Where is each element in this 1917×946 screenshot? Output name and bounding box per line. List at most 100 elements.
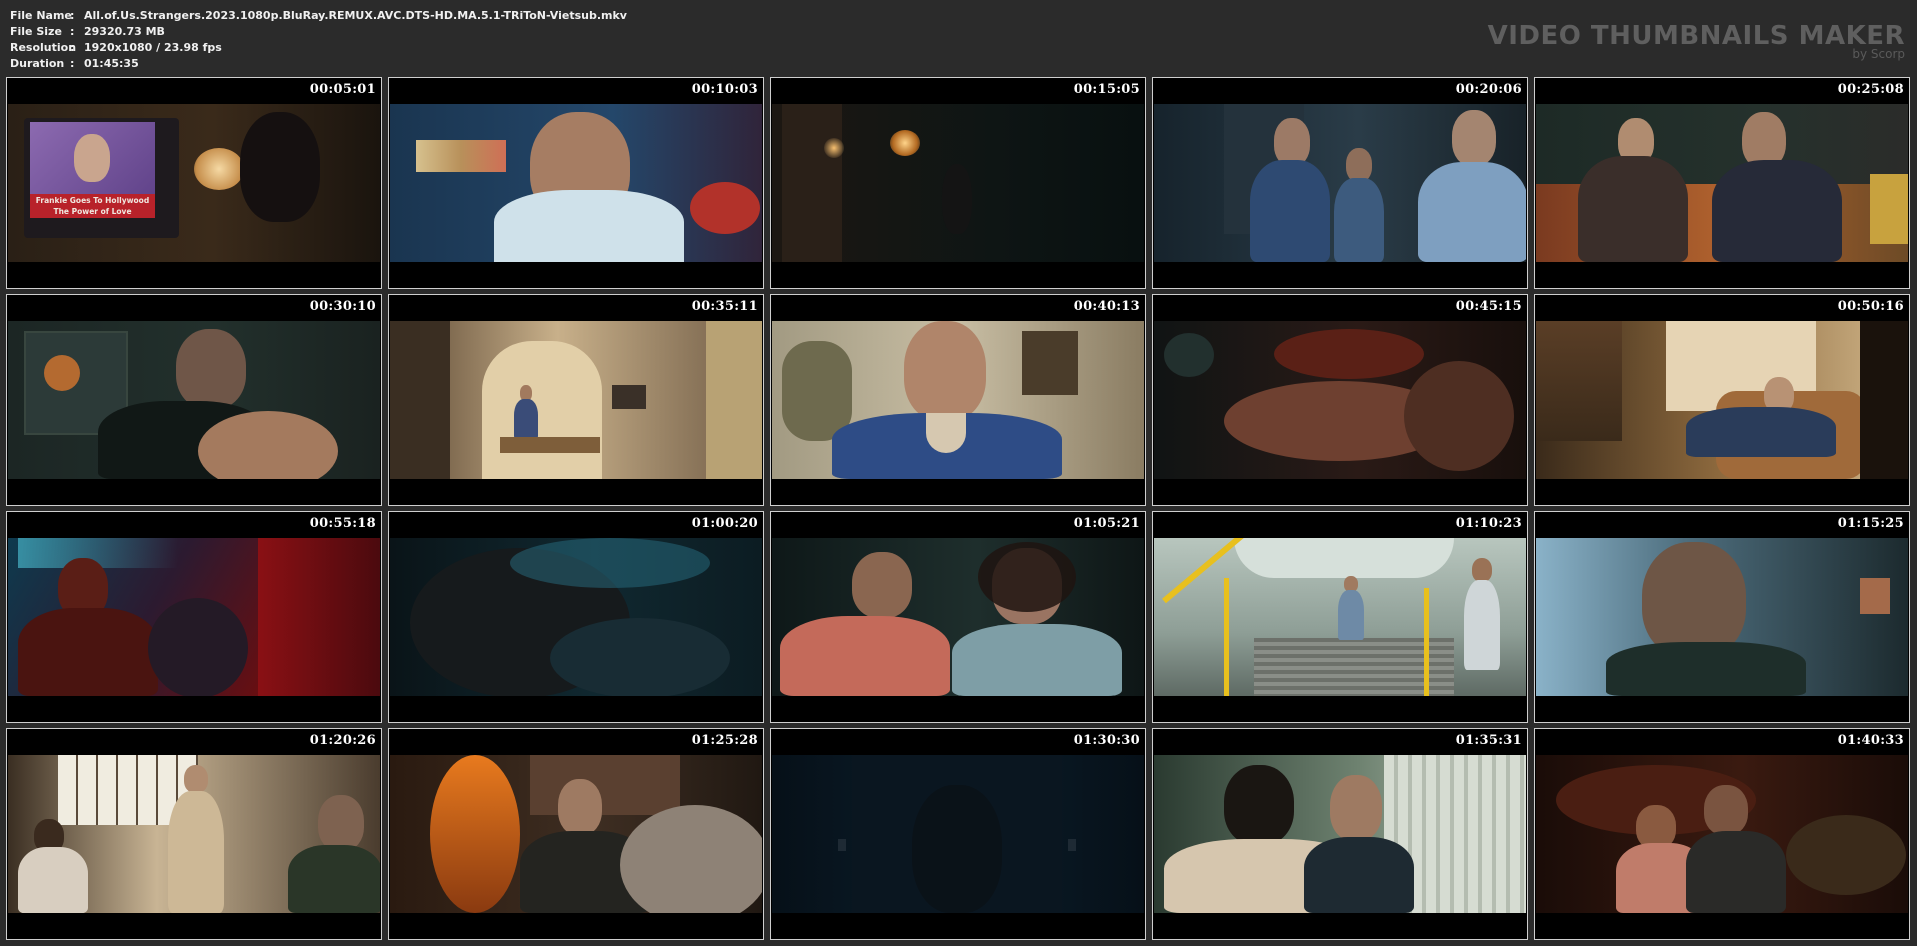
timestamp: 00:35:11 [691, 299, 758, 314]
thumbnail[interactable]: 01:15:25 [1534, 511, 1910, 723]
man-right-head [1452, 110, 1496, 166]
sweater-figure [620, 805, 762, 913]
door-frame [782, 104, 842, 262]
door-handle-left [838, 839, 846, 851]
curtain-right [706, 321, 762, 479]
man-head [904, 321, 986, 421]
thumbnail[interactable]: 01:30:30 [770, 728, 1146, 940]
thumbnail[interactable]: 01:10:23 [1152, 511, 1528, 723]
books [416, 140, 506, 172]
person-body [514, 399, 538, 439]
file-size-row: File Size : 29320.73 MB [10, 24, 627, 40]
thumbnail[interactable]: 00:30:10 [6, 294, 382, 506]
thumbnail[interactable]: 00:15:05 [770, 77, 1146, 289]
separator: : [70, 25, 75, 38]
timestamp: 00:25:08 [1837, 82, 1904, 97]
video-frame: Frankie Goes To Hollywood The Power of L… [8, 104, 380, 262]
timestamp: 00:30:10 [309, 299, 376, 314]
man-left-body [1578, 156, 1688, 262]
man-standing-head [184, 765, 208, 793]
video-frame [1154, 538, 1526, 696]
thumbnail[interactable]: 01:35:31 [1152, 728, 1528, 940]
woman-top [952, 624, 1122, 696]
separator: : [70, 41, 75, 54]
resolution-value: 1920x1080 / 23.98 fps [84, 41, 222, 54]
doorway [482, 341, 602, 479]
video-frame [390, 755, 762, 913]
thumbnail[interactable]: 01:40:33 [1534, 728, 1910, 940]
resolution-row: Resolution : 1920x1080 / 23.98 fps [10, 40, 627, 56]
man-head [176, 329, 246, 409]
duration-row: Duration : 01:45:35 [10, 56, 627, 72]
man-body [494, 190, 684, 262]
person-arm [1404, 361, 1514, 471]
wall-light [890, 130, 920, 156]
second-person [148, 598, 248, 696]
thumbnail[interactable]: 00:55:18 [6, 511, 382, 723]
timestamp: 01:35:31 [1455, 733, 1522, 748]
man-front-body [1304, 837, 1414, 913]
thumbnail[interactable]: 00:20:06 [1152, 77, 1528, 289]
thumbnail[interactable]: 00:40:13 [770, 294, 1146, 506]
timestamp: 00:45:15 [1455, 299, 1522, 314]
man-body [1606, 642, 1806, 696]
man-right-body [1464, 580, 1500, 670]
file-info-panel: File Name : All.of.Us.Strangers.2023.108… [10, 8, 627, 72]
man-right-head [1472, 558, 1492, 582]
person-silhouette [942, 164, 972, 234]
duration-value: 01:45:35 [84, 57, 139, 70]
man-head [1642, 542, 1746, 658]
woman-hair [430, 755, 520, 913]
person-silhouette [240, 112, 320, 222]
thumbnail[interactable]: 00:35:11 [388, 294, 764, 506]
man-body [1686, 407, 1836, 457]
timestamp: 00:50:16 [1837, 299, 1904, 314]
wall-picture [612, 385, 646, 409]
man-seated-body [288, 845, 380, 913]
thumbnail[interactable]: 00:25:08 [1534, 77, 1910, 289]
man-mid-body [1334, 178, 1384, 262]
lamp-shade [1164, 333, 1214, 377]
video-frame [390, 538, 762, 696]
video-frame [772, 104, 1144, 262]
video-frame [772, 321, 1144, 479]
yellow-railing-right [1424, 588, 1429, 696]
pillow [1786, 815, 1906, 895]
man-left-body [1250, 160, 1330, 262]
tv-caption-line-1: Frankie Goes To Hollywood [35, 196, 150, 205]
video-frame [1536, 755, 1908, 913]
timestamp: 01:25:28 [691, 733, 758, 748]
timestamp: 00:10:03 [691, 82, 758, 97]
timestamp: 01:40:33 [1837, 733, 1904, 748]
video-frame [390, 321, 762, 479]
lamp [194, 148, 244, 190]
video-frame [8, 755, 380, 913]
man-shirt [780, 616, 950, 696]
bookshelf [1536, 321, 1622, 441]
thumbnail[interactable]: 01:00:20 [388, 511, 764, 723]
tv-caption-line-2: The Power of Love [53, 207, 132, 216]
thumbnail[interactable]: 00:50:16 [1534, 294, 1910, 506]
video-frame [772, 755, 1144, 913]
timestamp: 00:15:05 [1073, 82, 1140, 97]
thumbnail[interactable]: 00:45:15 [1152, 294, 1528, 506]
tunnel-ceiling [1234, 538, 1454, 578]
shoulder-shape [550, 618, 730, 696]
man-standing-body [168, 791, 224, 913]
thumbnail[interactable]: 01:20:26 [6, 728, 382, 940]
thumbnail[interactable]: 01:25:28 [388, 728, 764, 940]
candle-light [824, 138, 844, 158]
sweater-stripe [926, 413, 966, 453]
woman-body [18, 847, 88, 913]
timestamp: 00:40:13 [1073, 299, 1140, 314]
thumbnail[interactable]: 00:10:03 [388, 77, 764, 289]
man-right-body [1418, 162, 1526, 262]
file-name-label: File Name [10, 9, 72, 22]
brand-watermark: VIDEO THUMBNAILS MAKER by Scorp [1488, 22, 1905, 60]
timestamp: 01:00:20 [691, 516, 758, 531]
thumbnail[interactable]: 00:05:01 Frankie Goes To Hollywood The P… [6, 77, 382, 289]
video-frame [1154, 321, 1526, 479]
thumbnail[interactable]: 01:05:21 [770, 511, 1146, 723]
video-frame [1536, 321, 1908, 479]
duration-label: Duration [10, 57, 65, 70]
